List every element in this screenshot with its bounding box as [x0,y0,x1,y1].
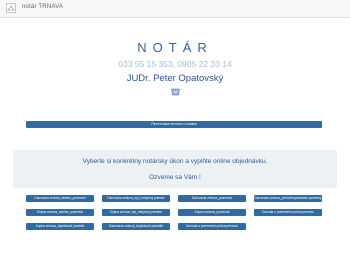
emblem-icon [171,88,180,96]
service-button[interactable]: Darovacia zmluva_stavba_pozemok [26,195,94,202]
site-title[interactable]: notár TRNAVA [22,4,63,10]
service-grid: Darovacia zmluva_stavba_pozemok Darovaci… [26,195,322,230]
service-button[interactable]: Kúpna zmluva_byt_nebytový priestor [102,209,170,216]
info-panel: Vyberte si konkrétny notársky úkon a vyp… [13,150,337,188]
service-button[interactable]: Kúpna zmluva_doplnkové pravidlá [26,223,94,230]
page-title: NOTÁR [137,40,213,55]
service-button[interactable]: Kúpna zmluva_stavba_pozemok [26,209,94,216]
service-button[interactable]: Darovacia zmluva_byt_nebytový priestor [102,195,170,202]
service-button[interactable]: Darovacia zmluva_doplnkové pravidlá [102,223,170,230]
reserve-appointment-button[interactable]: Rezervácia termínu u notára [26,121,322,128]
service-button[interactable]: Dohoda o preneseniu práva prevodu [254,209,322,216]
service-button[interactable]: Darovacia zmluva_pozemok [178,195,246,202]
phone-numbers: 033 55 15 353, 0905 22 33 14 [118,59,232,69]
empty-cell [254,223,322,230]
info-contact-promise: Ozveme sa Vám ! [149,174,201,181]
top-bar: notár TRNAVA [0,0,350,18]
service-button[interactable]: Dohoda o preneseniu práva prevodu [178,223,246,230]
service-button[interactable]: Darovacia zmluva_poľnohospodárske pozemk… [254,195,322,202]
info-instructions: Vyberte si konkrétny notársky úkon a vyp… [82,158,268,165]
notary-name: JUDr. Peter Opatovský [126,73,224,84]
logo-icon[interactable] [6,3,16,13]
service-button[interactable]: Kúpna zmluva_pozemok [178,209,246,216]
